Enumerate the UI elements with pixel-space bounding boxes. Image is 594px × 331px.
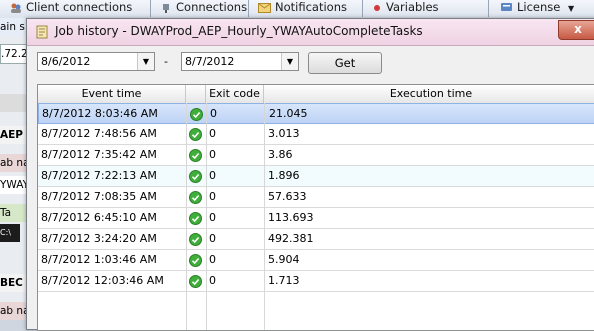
column-header-status[interactable] [186,85,206,103]
from-date-value: 8/6/2012 [41,55,91,68]
people-icon [11,3,21,13]
event-time-cell: 8/7/2012 7:35:42 AM [41,148,157,161]
close-button[interactable]: x [558,20,594,40]
execution-time-cell: 113.693 [268,211,314,224]
dot-icon [374,4,380,11]
toolbar-variables[interactable]: Variables [372,0,439,16]
event-time-cell: 8/7/2012 6:45:10 AM [41,211,157,224]
event-time-cell: 8/7/2012 7:08:35 AM [41,190,157,203]
execution-time-cell: 1.713 [268,274,300,287]
event-time-cell: 8/7/2012 1:03:46 AM [41,253,157,266]
job-history-table: Event time Exit code Execution time 8/7/… [37,84,594,331]
exit-code-cell: 0 [209,169,216,182]
job-history-dialog: Job history - DWAYProd_AEP_Hourly_YWAYAu… [26,18,594,331]
event-time-cell: 8/7/2012 7:22:13 AM [41,169,157,182]
toolbar-connections[interactable]: Connections [160,0,247,16]
event-time-cell: 8/7/2012 7:48:56 AM [41,127,157,140]
exit-code-cell: 0 [209,148,216,161]
exit-code-cell: 0 [209,274,216,287]
toolbar-notifications[interactable]: Notifications [258,0,347,16]
table-row[interactable]: 8/7/2012 6:45:10 AM 0 113.693 [38,208,594,229]
execution-time-cell: 57.633 [268,190,307,203]
date-range-separator: - [164,55,168,68]
toolbar-label: Variables [386,0,439,14]
execution-time-cell: 3.013 [268,127,300,140]
column-header-event-time[interactable]: Event time [38,85,186,103]
exit-code-cell: 0 [209,211,216,224]
get-button[interactable]: Get [308,52,382,74]
success-check-icon [189,254,202,267]
event-time-cell: 8/7/2012 12:03:46 AM [41,274,164,287]
toolbar-label: License [517,0,561,14]
chevron-down-icon[interactable]: ▼ [281,53,298,70]
success-check-icon [189,233,202,246]
execution-time-cell: 492.381 [268,232,314,245]
exit-code-cell: 0 [209,127,216,140]
table-row[interactable]: 8/7/2012 7:22:13 AM 0 1.896 [38,166,594,187]
table-header: Event time Exit code Execution time [38,85,594,104]
toolbar-separator [362,0,363,17]
success-check-icon [189,191,202,204]
execution-time-cell: 3.86 [268,148,293,161]
toolbar-separator [150,0,151,17]
success-check-icon [189,212,202,225]
success-check-icon [190,108,203,121]
table-row[interactable]: 8/7/2012 1:03:46 AM 0 5.904 [38,250,594,271]
chevron-down-icon[interactable]: ▼ [137,53,154,70]
to-date-value: 8/7/2012 [185,55,235,68]
plug-icon [163,3,169,13]
column-header-execution-time[interactable]: Execution time [264,85,594,103]
exit-code-cell: 0 [209,253,216,266]
table-row[interactable]: 8/7/2012 7:35:42 AM 0 3.86 [38,145,594,166]
console-icon: C:\ [0,224,20,242]
toolbar-label: Client connections [26,0,133,14]
badge-icon [501,2,512,11]
table-row[interactable]: 8/7/2012 8:03:46 AM 0 21.045 [38,103,594,124]
dialog-title: Job history - DWAYProd_AEP_Hourly_YWAYAu… [55,24,423,38]
to-date-picker[interactable]: 8/7/2012 ▼ [181,52,299,71]
toolbar-client-connections[interactable]: Client connections [10,0,132,16]
dialog-title-bar[interactable]: Job history - DWAYProd_AEP_Hourly_YWAYAu… [27,19,594,46]
success-check-icon [189,170,202,183]
toolbar-label: Notifications [275,0,347,14]
column-divider [264,103,265,330]
column-header-exit-code[interactable]: Exit code [206,85,264,103]
column-divider [206,103,207,330]
execution-time-cell: 21.045 [269,107,308,120]
toolbar-license[interactable]: License ▼ [500,0,574,16]
table-row[interactable]: 8/7/2012 7:48:56 AM 0 3.013 [38,124,594,145]
event-time-cell: 8/7/2012 3:24:20 AM [41,232,157,245]
table-row[interactable]: 8/7/2012 3:24:20 AM 0 492.381 [38,229,594,250]
toolbar-label: Connections [176,0,248,14]
exit-code-cell: 0 [209,190,216,203]
exit-code-cell: 0 [209,232,216,245]
app-toolbar: Client connections Connections Notificat… [0,0,594,19]
exit-code-cell: 0 [210,107,217,120]
toolbar-separator [248,0,249,17]
success-check-icon [189,149,202,162]
scroll-icon [36,25,48,39]
column-divider [186,103,187,330]
success-check-icon [189,128,202,141]
chevron-down-icon: ▼ [568,4,575,13]
toolbar-separator [488,0,489,17]
success-check-icon [189,275,202,288]
execution-time-cell: 5.904 [268,253,300,266]
event-time-cell: 8/7/2012 8:03:46 AM [42,107,158,120]
table-row[interactable]: 8/7/2012 7:08:35 AM 0 57.633 [38,187,594,208]
from-date-picker[interactable]: 8/6/2012 ▼ [37,52,155,71]
envelope-icon [258,2,271,13]
table-row[interactable]: 8/7/2012 12:03:46 AM 0 1.713 [38,271,594,292]
execution-time-cell: 1.896 [268,169,300,182]
